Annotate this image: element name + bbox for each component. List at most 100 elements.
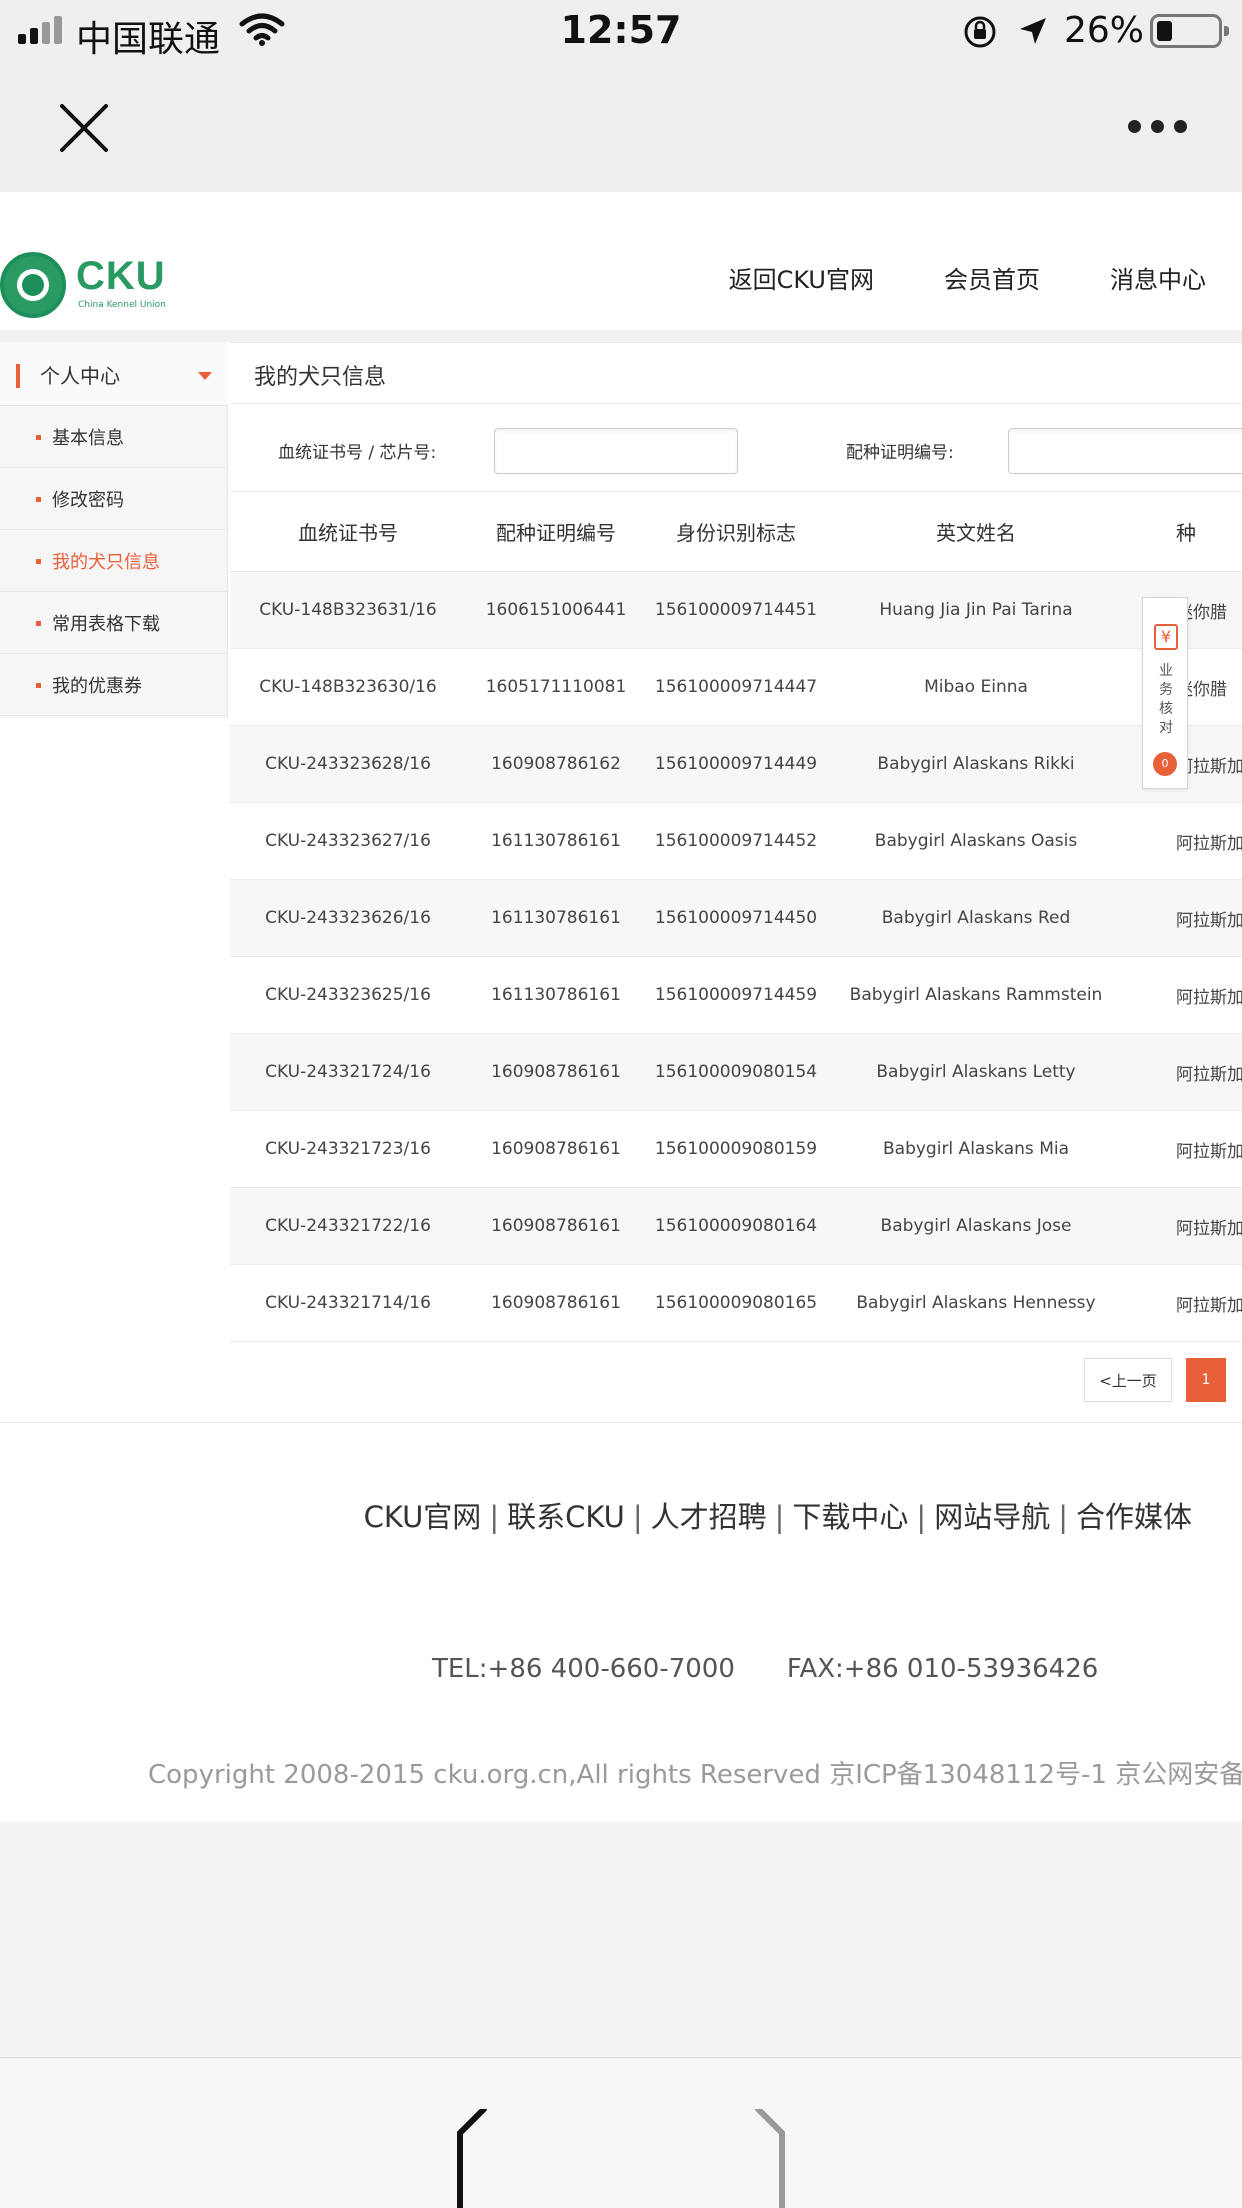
footer-link-careers[interactable]: 人才招聘 xyxy=(651,1500,767,1534)
yen-icon: ¥ xyxy=(1154,624,1178,650)
footer-tel: TEL:+86 400-660-7000 xyxy=(432,1654,735,1684)
sidebar-item-label: 我的犬只信息 xyxy=(52,552,160,573)
prev-page-button[interactable]: <上一页 xyxy=(1084,1358,1172,1402)
nav-link-cku-site[interactable]: 返回CKU官网 xyxy=(729,260,874,295)
content-title-bar: 我的犬只信息 xyxy=(230,342,1242,404)
webview-nav-bar xyxy=(0,62,1242,192)
widget-char: 务 xyxy=(1159,682,1173,698)
breeding-cert-cell: 160908786161 xyxy=(491,1062,621,1082)
bullet-icon xyxy=(36,435,41,440)
footer-separator: | xyxy=(774,1500,785,1534)
pedigree-cert-cell: CKU-243323625/16 xyxy=(265,985,431,1005)
top-nav: 返回CKU官网 会员首页 消息中心 xyxy=(729,260,1206,295)
id-mark-cell: 156100009080164 xyxy=(654,1216,818,1236)
content-panel: 我的犬只信息 血统证书号 / 芯片号: 配种证明编号: 血统证书号 配种证明编号… xyxy=(230,342,1242,1410)
widget-char: 对 xyxy=(1159,720,1173,736)
english-name-cell: Babygirl Alaskans Letty xyxy=(876,1062,1076,1082)
pedigree-cert-cell: CKU-148B323631/16 xyxy=(259,600,437,620)
count-badge: 0 xyxy=(1153,752,1177,776)
pedigree-cert-cell: CKU-243323628/16 xyxy=(265,754,431,774)
business-check-label: 业 务 核 对 xyxy=(1155,662,1177,738)
english-name-cell: Babygirl Alaskans Hennessy xyxy=(856,1293,1096,1313)
table-row: CKU-148B323631/16 1606151006441 1561000097… xyxy=(230,572,1242,649)
search-filter: 血统证书号 / 芯片号: 配种证明编号: xyxy=(230,404,1242,492)
cku-logo[interactable]: CKU China Kennel Union xyxy=(0,242,170,320)
breed-cell: 阿拉斯加 xyxy=(1176,833,1242,854)
sidebar: 个人中心 基本信息 修改密码 我的犬只信息 常用表格下载 我的优惠券 xyxy=(0,342,228,718)
english-name-cell: Babygirl Alaskans Rikki xyxy=(877,754,1075,774)
copyright: Copyright 2008-2015 cku.org.cn,All right… xyxy=(148,1760,1242,1790)
rotation-lock-icon xyxy=(964,16,996,48)
sidebar-item-coupons[interactable]: 我的优惠券 xyxy=(0,654,228,716)
pedigree-cert-cell: CKU-243321724/16 xyxy=(265,1062,431,1082)
bullet-icon xyxy=(36,559,41,564)
forward-arrow-icon[interactable] xyxy=(754,2109,788,2208)
table-header-row: 血统证书号 配种证明编号 身份识别标志 英文姓名 种 xyxy=(230,492,1242,572)
nav-link-member-home[interactable]: 会员首页 xyxy=(944,260,1040,295)
sidebar-item-basic-info[interactable]: 基本信息 xyxy=(0,406,228,468)
close-icon[interactable] xyxy=(58,102,110,154)
sidebar-item-label: 我的优惠券 xyxy=(52,676,142,697)
sidebar-item-label: 基本信息 xyxy=(52,428,124,449)
footer-divider xyxy=(0,1422,1242,1423)
footer-separator: | xyxy=(489,1500,500,1534)
breed-cell: 阿拉斯加 xyxy=(1176,1295,1242,1316)
english-name-cell: Babygirl Alaskans Mia xyxy=(883,1139,1069,1159)
sidebar-header[interactable]: 个人中心 xyxy=(0,342,228,406)
english-name-cell: Babygirl Alaskans Jose xyxy=(880,1216,1072,1236)
status-bar: 中国联通 12:57 26% xyxy=(0,0,1242,62)
breeding-cert-input[interactable] xyxy=(1008,428,1242,474)
page-blank-area xyxy=(0,1822,1242,2058)
sidebar-item-my-dogs[interactable]: 我的犬只信息 xyxy=(0,530,228,592)
footer-fax: FAX:+86 010-53936426 xyxy=(786,1654,1099,1684)
pedigree-chip-input[interactable] xyxy=(494,428,738,474)
column-header: 身份识别标志 xyxy=(676,521,796,545)
pedigree-cert-cell: CKU-243323627/16 xyxy=(265,831,431,851)
footer-link-site-nav[interactable]: 网站导航 xyxy=(934,1500,1050,1534)
id-mark-cell: 156100009714450 xyxy=(654,908,818,928)
id-mark-cell: 156100009714447 xyxy=(654,677,818,697)
battery-icon xyxy=(1150,14,1229,48)
id-mark-cell: 156100009714451 xyxy=(654,600,818,620)
location-arrow-icon xyxy=(1020,18,1046,44)
bullet-icon xyxy=(36,497,41,502)
business-check-widget[interactable]: ¥ 业 务 核 对 0 xyxy=(1142,597,1188,789)
footer-link-cku-site[interactable]: CKU官网 xyxy=(364,1500,482,1534)
id-mark-cell: 156100009714449 xyxy=(654,754,818,774)
table-row: CKU-243321722/16 160908786161 156100009080… xyxy=(230,1188,1242,1265)
english-name-cell: Mibao Einna xyxy=(924,677,1028,697)
logo-text: CKU xyxy=(76,254,166,298)
footer-separator: | xyxy=(632,1500,643,1534)
pedigree-cert-cell: CKU-243321722/16 xyxy=(265,1216,431,1236)
id-mark-cell: 156100009714452 xyxy=(654,831,818,851)
column-header: 种 xyxy=(1176,521,1196,545)
english-name-cell: Huang Jia Jin Pai Tarina xyxy=(879,600,1073,620)
footer-link-contact[interactable]: 联系CKU xyxy=(507,1500,625,1534)
breeding-cert-cell: 160908786161 xyxy=(491,1293,621,1313)
page-title: 我的犬只信息 xyxy=(254,365,387,390)
site-header: CKU China Kennel Union 返回CKU官网 会员首页 消息中心 xyxy=(0,242,1242,328)
sidebar-item-forms-download[interactable]: 常用表格下载 xyxy=(0,592,228,654)
more-icon[interactable] xyxy=(1128,120,1188,134)
widget-char: 业 xyxy=(1159,663,1173,679)
english-name-cell: Babygirl Alaskans Red xyxy=(881,908,1071,928)
column-header: 英文姓名 xyxy=(936,521,1016,545)
logo-subtitle: China Kennel Union xyxy=(78,300,166,310)
header-divider xyxy=(0,330,1242,342)
back-arrow-icon[interactable] xyxy=(454,2109,488,2208)
footer-link-media[interactable]: 合作媒体 xyxy=(1076,1500,1192,1534)
breed-cell: 阿拉斯加 xyxy=(1176,1218,1242,1239)
id-mark-cell: 156100009080159 xyxy=(654,1139,818,1159)
nav-link-message-center[interactable]: 消息中心 xyxy=(1110,260,1206,295)
breeding-cert-label: 配种证明编号: xyxy=(846,443,954,463)
footer-link-downloads[interactable]: 下载中心 xyxy=(792,1500,908,1534)
id-mark-cell: 156100009714459 xyxy=(654,985,818,1005)
page-number-button[interactable]: 1 xyxy=(1186,1358,1226,1402)
footer-separator: | xyxy=(916,1500,927,1534)
breeding-cert-cell: 160908786161 xyxy=(491,1139,621,1159)
sidebar-accent-bar xyxy=(16,364,20,388)
sidebar-item-change-password[interactable]: 修改密码 xyxy=(0,468,228,530)
table-row: CKU-243321723/16 160908786161 156100009080… xyxy=(230,1111,1242,1188)
table-row: CKU-243323627/16 161130786161 156100009714… xyxy=(230,803,1242,880)
column-header: 血统证书号 xyxy=(298,521,398,545)
